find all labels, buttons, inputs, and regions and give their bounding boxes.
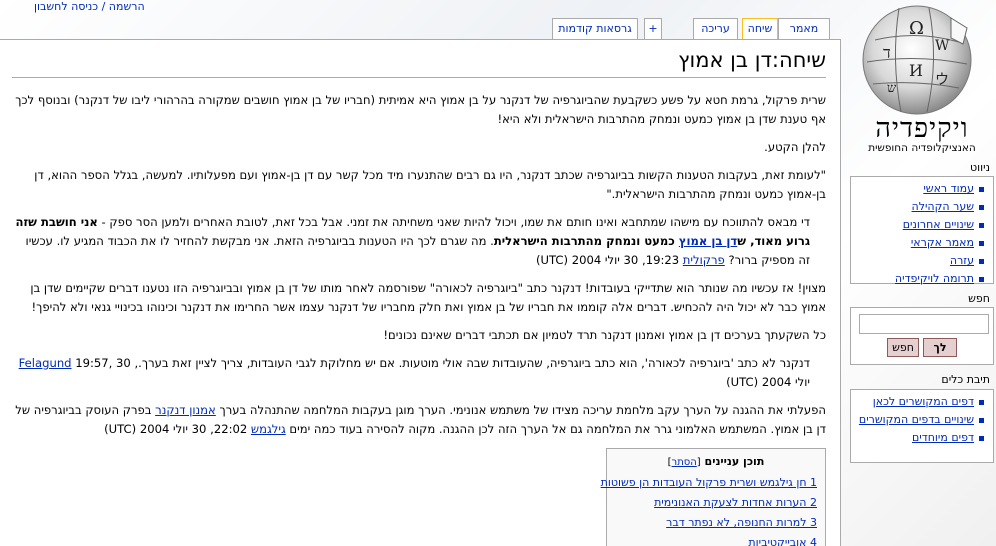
search-heading: חפש [968,292,990,305]
personal-login-link[interactable]: הרשמה / כניסה לחשבון [34,0,145,14]
paragraph-4: מצוין! אז עכשיו מה שנותר הוא שתדייקי בעו… [30,281,826,314]
svg-text:Ω: Ω [909,18,924,39]
search-button[interactable]: חפש [887,338,919,357]
nav-item-donate[interactable]: תרומה לויקיפדיה [855,271,984,287]
paragraph-1: שרית פרקול, גרמת חטא על פשע כשקבעת שהביו… [15,93,826,126]
toc-title: תוכן עניינים [704,455,765,468]
go-button[interactable]: לך [923,338,957,357]
login-label[interactable]: הרשמה / כניסה לחשבון [34,0,145,13]
body-text: שרית פרקול, גרמת חטא על פשע כשקבעת שהביו… [12,91,826,546]
wikipedia-logo[interactable]: Ω W ד И ウ ש ויקיפדיה האנציקלופדיה החופשי… [852,0,992,157]
toc-item[interactable]: 1 חן גילגמש ושרית פרקול העובדות הן פשוטו… [601,473,817,493]
navigation-portlet: עמוד ראשי שער הקהילה שינויים אחרונים מאמ… [850,176,994,287]
svg-text:ウ: ウ [935,72,949,88]
tool-item-special-pages[interactable]: דפים מיוחדים [855,430,984,446]
page-title: שיחה:דן בן אמוץ [12,46,826,78]
user-link-felagund[interactable]: Felagund [19,356,72,370]
link-dan-ben-amotz[interactable]: דן בן אמוץ [679,234,737,248]
logo-wordmark: ויקיפדיה [875,113,969,144]
tab-add-section[interactable]: + [644,18,662,39]
toolbox-heading: תיבת כלים [941,373,990,386]
paragraph-2: להלן הקטע. [764,140,826,154]
tool-item-related-changes[interactable]: שינויים בדפים המקושרים [855,412,984,428]
user-link-gilgamesh[interactable]: גילגמש [251,422,286,436]
nav-item-recent-changes[interactable]: שינויים אחרונים [855,217,984,233]
svg-text:W: W [935,38,950,54]
svg-text:И: И [909,61,923,80]
toc-item[interactable]: 4 אובייקטיביות [615,533,817,546]
paragraph-6: הפעלתי את ההגנה על הערך עקב מלחמת עריכה … [15,403,826,436]
search-input[interactable] [859,314,989,334]
reply-1: די מבאס להתווכח עם מישהו שמתחבא ואינו חו… [15,215,810,267]
toc-item[interactable]: 2 הערות אחדות לצעקת האנונימית [615,493,817,513]
nav-item-community[interactable]: שער הקהילה [855,199,984,215]
navigation-heading: ניווט [970,161,990,174]
nav-item-random[interactable]: מאמר אקראי [855,235,984,251]
tab-article[interactable]: מאמר [778,18,830,39]
reply-2: דנקנר לא כתב 'ביוגרפיה לכאורה', הוא כתב … [18,356,810,389]
content-area: שיחה:דן בן אמוץ שרית פרקול, גרמת חטא על … [0,39,841,546]
svg-text:ד: ד [883,43,891,62]
paragraph-5: כל השקעתך בערכים דן בן אמוץ ואמנון דנקנר… [383,328,826,342]
nav-item-help[interactable]: עזרה [855,253,984,269]
toolbox-portlet: דפים המקושרים לכאן שינויים בדפים המקושרי… [850,389,994,463]
svg-text:ש: ש [887,81,897,96]
nav-item-main-page[interactable]: עמוד ראשי [855,181,984,197]
logo-tagline: האנציקלופדיה החופשית [868,142,976,154]
table-of-contents: תוכן עניינים [הסתר] 1 חן גילגמש ושרית פר… [601,448,826,546]
link-amnon-dankner[interactable]: אמנון דנקנר [155,403,216,417]
tab-edit[interactable]: עריכה [693,18,738,39]
toc-item[interactable]: 3 למרות החנופה, לא נפתר דבר [615,513,817,533]
puzzle-globe-icon: Ω W ד И ウ ש [862,5,972,115]
tab-talk[interactable]: שיחה [742,18,778,40]
search-portlet: לך חפש [850,307,994,365]
tool-item-what-links-here[interactable]: דפים המקושרים לכאן [855,394,984,410]
paragraph-3: "לעומת זאת, בעקבות הטענות הקשות בביוגרפי… [34,168,826,201]
toc-toggle-link[interactable]: הסתר [672,457,697,468]
user-link-perkulit[interactable]: פרקולית [683,253,725,267]
tab-history[interactable]: גרסאות קודמות [552,18,638,39]
